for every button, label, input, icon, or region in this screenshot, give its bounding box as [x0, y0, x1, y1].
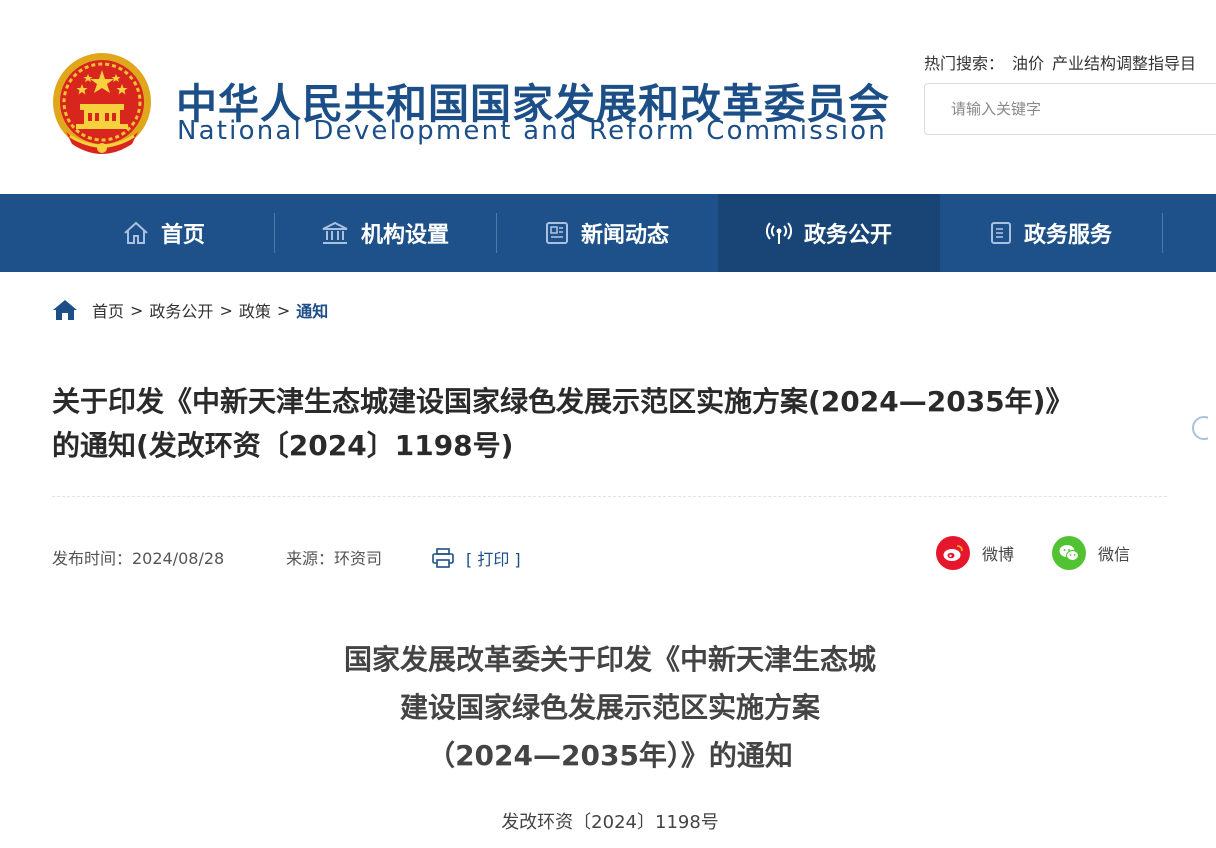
article-title-line: 关于印发《中新天津生态城建设国家绿色发展示范区实施方案(2024—2035年)》	[52, 385, 1074, 418]
breadcrumb: 首页 > 政务公开 > 政策 > 通知	[52, 298, 328, 322]
nav-item-gov-affairs[interactable]: 政务公开	[718, 194, 940, 272]
broadcast-icon	[765, 222, 792, 244]
share-weibo-button[interactable]: 微博	[936, 536, 1014, 570]
breadcrumb-link[interactable]: 首页	[92, 298, 124, 322]
document-icon	[990, 222, 1011, 244]
nav-item-institution[interactable]: 机构设置	[274, 194, 496, 272]
article-title: 关于印发《中新天津生态城建设国家绿色发展示范区实施方案(2024—2035年)》…	[52, 380, 1162, 468]
share-label: 微信	[1098, 545, 1131, 564]
search-input[interactable]	[925, 84, 1216, 134]
nav-item-label: 机构设置	[360, 223, 449, 248]
breadcrumb-link[interactable]: 政务公开	[149, 298, 213, 322]
weibo-icon	[936, 536, 970, 570]
publish-time: 发布时间：2024/08/28	[52, 549, 225, 568]
search-box	[924, 83, 1216, 135]
wechat-icon	[1052, 536, 1086, 570]
breadcrumb-separator: >	[219, 300, 233, 320]
org-name-en[interactable]: National Development and Reform Commissi…	[177, 116, 887, 146]
title-divider	[52, 496, 1167, 497]
article-title-line: 的通知(发改环资〔2024〕1198号)	[52, 429, 514, 462]
nav-item-label: 政务公开	[803, 223, 892, 248]
document-title-line: （2024—2035年）》的通知	[427, 739, 793, 772]
hot-search-link[interactable]: 产业结构调整指导目	[1052, 54, 1196, 73]
nav-item-home[interactable]: 首页	[53, 194, 275, 272]
document-title-line: 国家发展改革委关于印发《中新天津生态城	[343, 643, 876, 676]
hot-search-label: 热门搜索：	[924, 54, 1005, 73]
nav-item-label: 政务服务	[1023, 223, 1112, 248]
share-wechat-button[interactable]: 微信	[1052, 536, 1130, 570]
document-title-line: 建设国家绿色发展示范区实施方案	[399, 691, 820, 724]
nav-item-gov-services[interactable]: 政务服务	[940, 194, 1162, 272]
breadcrumb-separator: >	[130, 300, 144, 320]
hot-search-link[interactable]: 油价	[1012, 54, 1044, 73]
home-icon[interactable]	[52, 298, 78, 322]
document-title: 国家发展改革委关于印发《中新天津生态城 建设国家绿色发展示范区实施方案 （202…	[160, 636, 1060, 780]
source: 来源：环资司	[286, 549, 383, 568]
print-button[interactable]: [ 打印 ]	[432, 546, 521, 570]
site-header: 中华人民共和国国家发展和改革委员会 National Development a…	[0, 0, 1216, 194]
institution-icon	[322, 221, 348, 244]
home-icon	[124, 221, 148, 244]
print-label: [ 打印 ]	[466, 550, 521, 569]
news-icon	[545, 222, 568, 244]
partial-nav-icon[interactable]	[1180, 414, 1208, 442]
nav-divider	[1162, 213, 1163, 253]
hot-search: 热门搜索： 油价 产业结构调整指导目	[924, 50, 1196, 74]
main-nav: 首页 机构设置 新闻动态 政务公开 政务服务	[0, 194, 1216, 440]
printer-icon	[432, 548, 454, 568]
nav-item-label: 新闻动态	[580, 223, 669, 248]
breadcrumb-link[interactable]: 政策	[239, 298, 271, 322]
nav-item-news[interactable]: 新闻动态	[496, 194, 718, 272]
breadcrumb-current[interactable]: 通知	[296, 298, 328, 322]
nav-item-label: 首页	[160, 223, 205, 248]
share-label: 微博	[982, 545, 1015, 564]
national-emblem-icon[interactable]	[52, 52, 152, 160]
breadcrumb-separator: >	[276, 300, 291, 320]
document-number: 发改环资〔2024〕1198号	[501, 812, 719, 833]
